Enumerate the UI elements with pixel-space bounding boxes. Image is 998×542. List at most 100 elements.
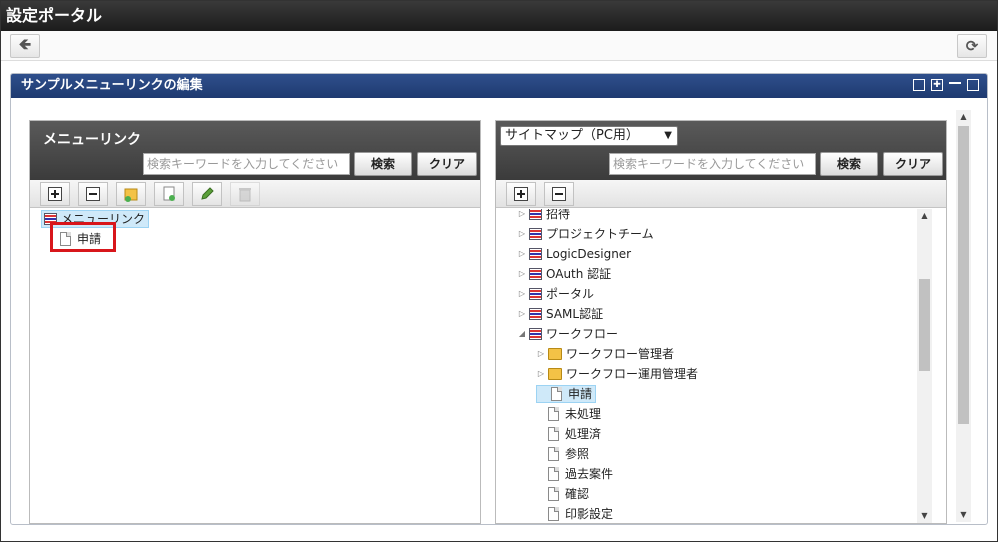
menu-link-panel: メニューリンク 検索キーワードを入力してください 検索 クリア メニューリンク … xyxy=(29,120,481,524)
collapsed-arrow-icon[interactable]: ▷ xyxy=(517,209,527,223)
page-add-icon xyxy=(163,186,175,201)
left-search-button[interactable]: 検索 xyxy=(354,152,412,176)
sitemap-tree: ▷ 招待 ▷ プロジェクトチーム ▷ LogicDesigner ▷ OAuth 認証 ▷ ポータ… xyxy=(496,209,916,523)
scroll-thumb[interactable] xyxy=(919,279,930,371)
list-icon xyxy=(529,308,542,320)
left-toolbar xyxy=(30,180,480,208)
tree-item[interactable]: ▷ 招待 xyxy=(517,209,570,223)
portlet: サンプルメニューリンクの編集 ✚ メニューリンク 検索キーワードを入力してくださ… xyxy=(10,73,988,525)
expand-all-button[interactable] xyxy=(506,182,536,206)
minus-icon xyxy=(86,187,100,201)
tree-item-label: 招待 xyxy=(546,209,571,221)
tree-item[interactable]: 過去案件 xyxy=(536,465,613,483)
right-search-input[interactable]: 検索キーワードを入力してください xyxy=(609,153,816,175)
minimize-icon[interactable] xyxy=(949,82,961,84)
tree-item-label: 未処理 xyxy=(565,407,602,421)
tree-item[interactable]: ▷ ワークフロー運用管理者 xyxy=(536,365,698,383)
tree-item[interactable]: 処理済 xyxy=(536,425,601,443)
collapse-all-button[interactable] xyxy=(544,182,574,206)
list-icon xyxy=(529,209,542,220)
tree-item-label: ワークフロー xyxy=(546,327,619,341)
right-clear-button[interactable]: クリア xyxy=(883,152,943,176)
page-icon xyxy=(548,447,559,461)
tree-item[interactable]: ▷ ポータル xyxy=(517,285,594,303)
page-icon xyxy=(551,387,562,401)
tree-item-label: 処理済 xyxy=(565,427,602,441)
tree-item-label: OAuth 認証 xyxy=(546,267,612,281)
edit-button[interactable] xyxy=(192,182,222,206)
collapsed-arrow-icon[interactable]: ▷ xyxy=(517,245,527,263)
scroll-up-icon[interactable]: ▲ xyxy=(956,110,971,124)
app-title: 設定ポータル xyxy=(6,6,103,25)
folder-icon xyxy=(548,368,562,380)
tree-item[interactable]: ◢ ワークフロー xyxy=(517,325,618,343)
tree-scrollbar[interactable]: ▲ ▼ xyxy=(917,209,932,523)
tree-item-label: 申請 xyxy=(568,387,593,401)
scroll-up-icon[interactable]: ▲ xyxy=(917,209,932,223)
right-toolbar xyxy=(496,180,946,208)
config-icon[interactable]: ✚ xyxy=(931,79,943,91)
tree-item[interactable]: ▷ ワークフロー管理者 xyxy=(536,345,674,363)
tree-item-label: 過去案件 xyxy=(565,467,614,481)
back-arrow-icon: 🡸 xyxy=(18,34,32,53)
left-search-input[interactable]: 検索キーワードを入力してください xyxy=(143,153,350,175)
collapsed-arrow-icon[interactable]: ▷ xyxy=(536,365,546,383)
menu-link-panel-title: メニューリンク xyxy=(43,132,141,148)
back-button[interactable]: 🡸 xyxy=(10,34,40,58)
tree-item-label: SAML認証 xyxy=(546,307,604,321)
add-folder-button[interactable] xyxy=(116,182,146,206)
page-icon xyxy=(548,487,559,501)
collapsed-arrow-icon[interactable]: ▷ xyxy=(517,285,527,303)
tree-item-label: ワークフロー運用管理者 xyxy=(566,367,699,381)
sitemap-select[interactable]: サイトマップ（PC用） ▼ xyxy=(500,126,678,146)
add-button[interactable] xyxy=(40,182,70,206)
reload-button[interactable]: ⟳ xyxy=(957,34,987,58)
sitemap-panel-header: サイトマップ（PC用） ▼ 検索キーワードを入力してください 検索 クリア xyxy=(496,121,946,180)
tree-item[interactable]: ▷ OAuth 認証 xyxy=(517,265,611,283)
tree-item[interactable]: ▷ SAML認証 xyxy=(517,305,603,323)
portlet-scrollbar[interactable]: ▲ ▼ xyxy=(956,110,971,522)
collapsed-arrow-icon[interactable]: ▷ xyxy=(517,305,527,323)
tree-item[interactable]: 参照 xyxy=(536,445,589,463)
reload-icon: ⟳ xyxy=(965,37,979,55)
collapsed-arrow-icon[interactable]: ▷ xyxy=(517,225,527,243)
nav-bar: 🡸 ⟳ xyxy=(1,31,997,61)
folder-add-icon xyxy=(124,188,138,202)
tree-item-label: ポータル xyxy=(546,287,595,301)
page-icon xyxy=(548,507,559,521)
sitemap-panel: サイトマップ（PC用） ▼ 検索キーワードを入力してください 検索 クリア ▷ 招… xyxy=(495,120,947,524)
tree-item-label: 参照 xyxy=(565,447,590,461)
tree-item[interactable]: 未処理 xyxy=(536,405,601,423)
collapsed-arrow-icon[interactable]: ▷ xyxy=(536,345,546,363)
list-icon xyxy=(529,328,542,340)
tree-item[interactable]: ▷ LogicDesigner xyxy=(517,245,631,263)
restore-icon[interactable] xyxy=(967,79,979,91)
expanded-arrow-icon[interactable]: ◢ xyxy=(517,325,527,343)
sitemap-select-value: サイトマップ（PC用） xyxy=(505,128,639,143)
delete-button[interactable] xyxy=(230,182,260,206)
scroll-down-icon[interactable]: ▼ xyxy=(917,509,932,523)
list-icon xyxy=(529,268,542,280)
scroll-thumb[interactable] xyxy=(958,126,969,424)
collapsed-arrow-icon[interactable]: ▷ xyxy=(517,265,527,283)
tree-item[interactable]: 印影設定 xyxy=(536,505,613,523)
right-search-button[interactable]: 検索 xyxy=(820,152,878,176)
remove-button[interactable] xyxy=(78,182,108,206)
dropdown-arrow-icon: ▼ xyxy=(664,130,672,141)
list-icon xyxy=(529,248,542,260)
scroll-down-icon[interactable]: ▼ xyxy=(956,508,971,522)
tree-item-label: ワークフロー管理者 xyxy=(566,347,675,361)
folder-icon xyxy=(548,348,562,360)
list-icon xyxy=(529,288,542,300)
tree-item[interactable]: ▷ プロジェクトチーム xyxy=(517,225,654,243)
pencil-icon xyxy=(201,187,214,200)
tree-item[interactable]: 申請 xyxy=(536,385,597,403)
tree-item[interactable]: 確認 xyxy=(536,485,589,503)
page-icon xyxy=(548,467,559,481)
minus-icon xyxy=(552,187,566,201)
monitor-icon[interactable] xyxy=(913,79,925,91)
page-icon xyxy=(548,427,559,441)
add-page-button[interactable] xyxy=(154,182,184,206)
list-icon xyxy=(529,228,542,240)
left-clear-button[interactable]: クリア xyxy=(417,152,477,176)
